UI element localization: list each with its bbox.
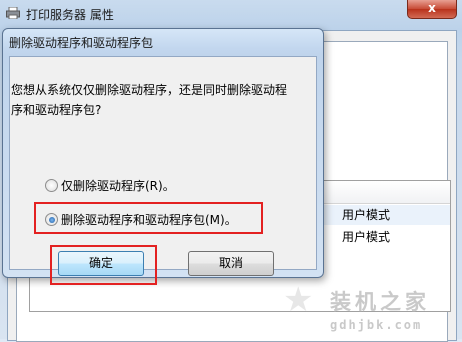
message-line-1: 您想从系统仅仅删除驱动程序，还是同时删除驱动程 — [11, 83, 288, 97]
background-title-bar: 打印服务器 属性 x — [0, 0, 462, 28]
watermark-brand: 装机之家 — [330, 290, 430, 314]
red-highlight-box — [50, 245, 157, 285]
message-line-2: 序和驱动程序包? — [11, 103, 102, 117]
dialog-message: 您想从系统仅仅删除驱动程序，还是同时删除驱动程 序和驱动程序包? — [11, 80, 311, 120]
printer-icon — [6, 7, 20, 19]
red-highlight-box — [34, 202, 263, 234]
close-button[interactable]: x — [407, 0, 457, 19]
remove-driver-dialog: 删除驱动程序和驱动程序包 您想从系统仅仅删除驱动程序，还是同时删除驱动程 序和驱… — [2, 28, 324, 285]
cancel-button[interactable]: 取消 — [188, 251, 274, 276]
driver-mode-cell: 用户模式 — [342, 208, 391, 222]
watermark-url: gdhjbk.com — [330, 318, 423, 332]
star-logo-icon: ★ — [283, 280, 314, 320]
background-window-title: 打印服务器 属性 — [26, 8, 114, 22]
radio-label: 仅删除驱动程序(R)。 — [61, 179, 175, 193]
dialog-title: 删除驱动程序和驱动程序包 — [9, 36, 154, 50]
radio-button-icon[interactable] — [45, 179, 58, 192]
driver-mode-cell: 用户模式 — [342, 230, 391, 244]
